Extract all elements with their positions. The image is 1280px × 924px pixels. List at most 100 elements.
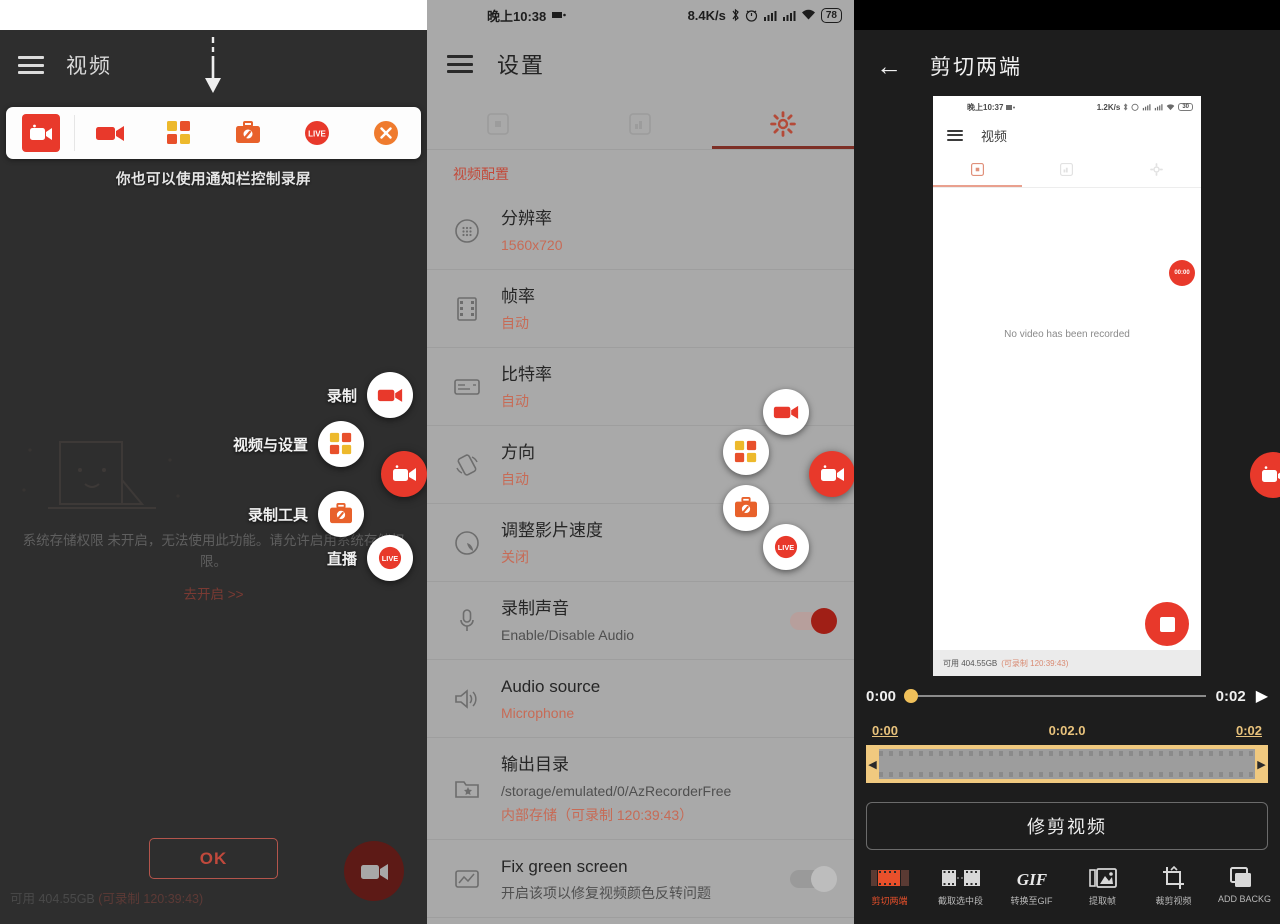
setting-row-fix-green-screen[interactable]: Fix green screen 开启该项以修复视频颜色反转问题 [427, 840, 854, 918]
tool-toolbox[interactable] [214, 107, 283, 159]
video-camera-icon [763, 389, 809, 435]
tool-close[interactable] [352, 107, 421, 159]
sim-icon [1006, 104, 1016, 110]
fix-green-screen-toggle[interactable] [790, 865, 837, 892]
extract-frame-icon [1088, 868, 1117, 888]
coach-tools[interactable]: 录制工具 [248, 491, 364, 537]
tab-images[interactable] [569, 112, 711, 135]
status-time: 晚上10:38 [487, 8, 547, 24]
grid-apps-icon [723, 429, 769, 475]
alarm-icon [1131, 103, 1139, 111]
trim-range-slider[interactable]: ◀ ▶ [866, 745, 1268, 783]
wifi-icon [1167, 103, 1175, 110]
setting-row-audio-source[interactable]: Audio source Microphone [427, 660, 854, 738]
timeline-ticks: 0:00 0:02.0 0:02 [854, 723, 1280, 738]
net-speed: 8.4K/s [687, 7, 726, 23]
bottom-tool-gif[interactable]: GIF 转换至GIF [996, 866, 1067, 907]
back-arrow-icon[interactable]: ← [876, 53, 902, 79]
main-record-fab[interactable] [381, 451, 427, 497]
live-icon: LIVE [305, 121, 330, 145]
trim-video-button[interactable]: 修剪视频 [866, 802, 1268, 850]
coach-record[interactable]: 录制 [327, 372, 413, 418]
live-icon: LIVE [367, 535, 413, 581]
trim-handle-left[interactable]: ◀ [866, 745, 879, 783]
gif-icon: GIF [1016, 870, 1047, 889]
close-circle-icon [374, 121, 399, 145]
setting-value-secondary: 内部存储（可录制 120:39:43） [501, 807, 694, 823]
setting-title: Fix green screen [501, 857, 628, 876]
svg-text:LIVE: LIVE [382, 554, 398, 563]
folder-star-icon [453, 778, 481, 800]
permission-link[interactable]: 去开启 >> [10, 584, 417, 605]
status-bar [854, 0, 1280, 30]
setting-row-record-audio[interactable]: 录制声音 Enable/Disable Audio [427, 582, 854, 660]
tab-videos[interactable] [427, 112, 569, 135]
bottom-tool-add-background[interactable]: ADD BACKG [1209, 866, 1280, 904]
seek-track[interactable] [904, 689, 1206, 703]
trim-handle-right[interactable]: ▶ [1255, 745, 1268, 783]
speaker-icon [453, 688, 481, 710]
bottom-tool-extract-frame[interactable]: 提取帧 [1067, 866, 1138, 907]
tool-video-camera[interactable] [75, 107, 144, 159]
bottom-tool-trim-ends[interactable]: 剪切两端 [854, 866, 925, 907]
film-icon [453, 296, 481, 322]
hamburger-menu-icon[interactable] [447, 55, 473, 73]
video-camera-icon [367, 372, 413, 418]
tab-settings[interactable] [712, 110, 854, 137]
bottom-tool-label: 剪切两端 [871, 896, 908, 906]
svg-text:GIF: GIF [1016, 870, 1047, 889]
current-time: 0:00 [866, 687, 897, 705]
record-fab-icon [1262, 466, 1280, 482]
hamburger-menu-icon[interactable] [18, 56, 44, 74]
setting-row-output-dir[interactable]: 输出目录 /storage/emulated/0/AzRecorderFree … [427, 738, 854, 840]
record-fab-button[interactable] [344, 841, 404, 901]
setting-value: 开启该项以修复视频颜色反转问题 [501, 885, 711, 901]
preview-net-speed: 1.2K/s [1096, 102, 1121, 112]
battery-icon: 78 [820, 7, 842, 23]
resolution-icon [453, 218, 481, 244]
coach-videos-settings[interactable]: 视频与设置 [233, 421, 364, 467]
tool-apps-grid[interactable] [144, 107, 213, 159]
video-box-icon [971, 163, 985, 176]
bluetooth-icon [1124, 103, 1128, 111]
live-float-button[interactable]: LIVE [763, 524, 809, 570]
screenshot-stage: 视频 LIVE 你也可以使用通知栏控制录屏 系统存储权限 未开启，无法使用此功能… [0, 0, 1280, 924]
main-record-fab[interactable] [809, 451, 854, 497]
setting-value: Enable/Disable Audio [501, 627, 635, 643]
play-icon[interactable]: ▶ [1256, 686, 1268, 706]
down-arrow-icon [205, 37, 221, 93]
toolbox-icon [236, 121, 261, 143]
bottom-tool-label: ADD BACKG [1217, 894, 1271, 904]
wifi-icon [801, 9, 815, 20]
preview-title: 视频 [981, 128, 1008, 144]
panel-settings: 晚上10:38 8.4K/s 78 设置 视频配置 分辨率 1560x720 帧… [427, 0, 854, 924]
svg-text:LIVE: LIVE [308, 130, 326, 139]
setting-row-framerate[interactable]: 帧率 自动 [427, 270, 854, 348]
tool-record-screen[interactable] [6, 107, 76, 159]
apps-float-button[interactable] [723, 429, 769, 475]
ok-button[interactable]: OK [149, 838, 278, 879]
storage-highlight: (可录制 120:39:43) [98, 892, 204, 906]
edge-record-fab[interactable] [1250, 452, 1280, 498]
svg-text:LIVE: LIVE [778, 543, 794, 552]
coach-live[interactable]: 直播 LIVE [327, 535, 413, 581]
rotate-icon [453, 452, 481, 478]
setting-title: 分辨率 [501, 209, 552, 228]
section-title: 视频配置 [453, 166, 509, 182]
bottom-tool-crop[interactable]: 裁剪视频 [1138, 866, 1209, 907]
record-audio-toggle[interactable] [790, 607, 837, 634]
record-float-button[interactable] [763, 389, 809, 435]
tool-live[interactable]: LIVE [283, 107, 352, 159]
seek-knob[interactable] [904, 689, 919, 703]
setting-row-orientation[interactable]: 方向 自动 [427, 426, 854, 504]
seek-bar[interactable]: 0:00 0:02 ▶ [854, 682, 1280, 710]
coach-record-label: 录制 [326, 387, 357, 405]
bluetooth-icon [732, 8, 739, 22]
setting-row-resolution[interactable]: 分辨率 1560x720 [427, 192, 854, 270]
signal-1-icon [1143, 104, 1151, 111]
bottom-tool-cut-segment[interactable]: 截取选中段 [925, 866, 996, 907]
panel-trim-video: ← 剪切两端 晚上10:37 1.2K/s 30 视频 No video has… [854, 0, 1280, 924]
trim-ends-icon [870, 870, 909, 886]
setting-title: 比特率 [501, 365, 552, 384]
signal-2-icon [782, 10, 796, 21]
